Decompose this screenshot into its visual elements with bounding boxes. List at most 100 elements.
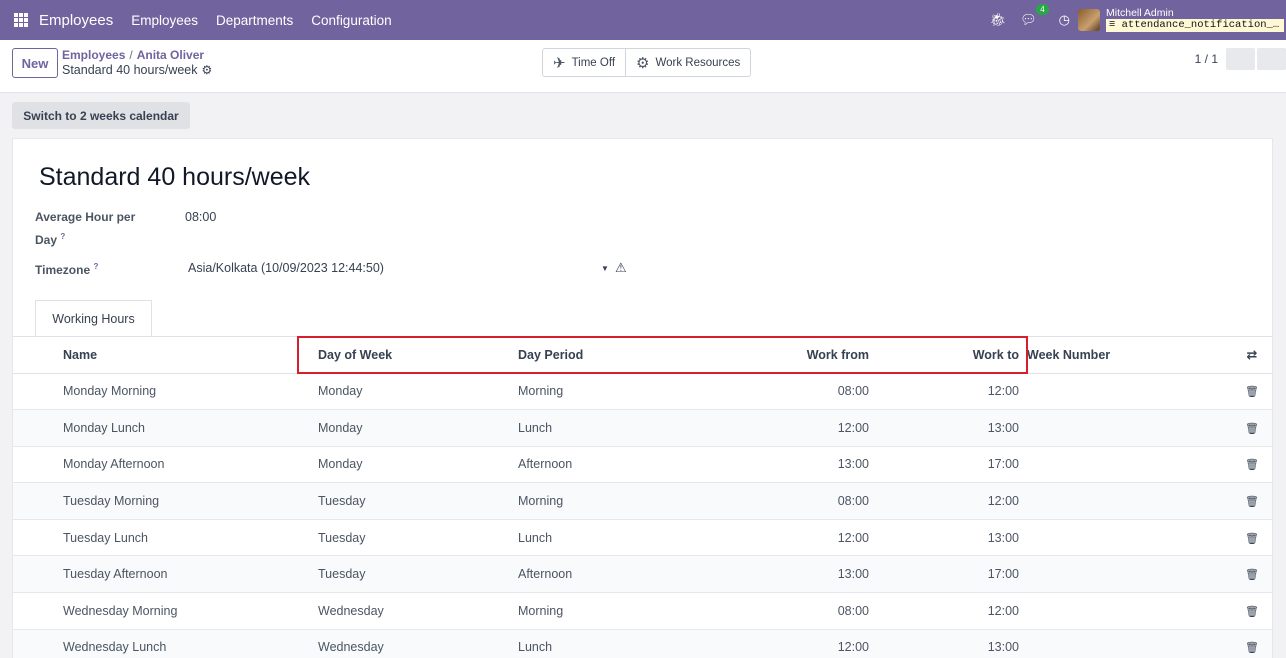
cell-work-to[interactable]: 13:00 xyxy=(869,629,1019,658)
cell-work-from[interactable]: 12:00 xyxy=(674,629,869,658)
cell-work-to[interactable]: 13:00 xyxy=(869,519,1019,557)
caret-down-icon[interactable]: ▼ xyxy=(601,264,609,273)
cell-day-of-week[interactable]: Wednesday xyxy=(318,592,518,630)
cell-day-period[interactable]: Afternoon xyxy=(518,555,674,594)
cell-work-to[interactable]: 17:00 xyxy=(869,446,1019,484)
working-hours-table: Name Day of Week Day Period Work from Wo… xyxy=(13,337,1272,658)
app-name[interactable]: Employees xyxy=(39,12,113,29)
new-button[interactable]: New xyxy=(12,48,58,78)
table-row[interactable]: Monday Lunch Monday Lunch 12:00 13:00 🗑︎ xyxy=(13,409,1272,447)
tab-working-hours[interactable]: Working Hours xyxy=(35,300,152,337)
col-name[interactable]: Name xyxy=(13,337,318,374)
timezone-select[interactable]: Asia/Kolkata (10/09/2023 12:44:50) xyxy=(188,261,384,275)
menu-employees[interactable]: Employees xyxy=(131,13,198,28)
cell-week-number[interactable] xyxy=(1019,409,1232,447)
avatar[interactable] xyxy=(1078,9,1100,31)
delete-row-button[interactable]: 🗑︎ xyxy=(1232,482,1272,520)
record-title[interactable]: Standard 40 hours/week xyxy=(39,163,310,192)
time-off-button[interactable]: ✈ Time Off xyxy=(543,49,625,76)
cell-work-to[interactable]: 12:00 xyxy=(869,373,1019,411)
menu-departments[interactable]: Departments xyxy=(216,13,293,28)
cell-work-to[interactable]: 13:00 xyxy=(869,409,1019,447)
menu-configuration[interactable]: Configuration xyxy=(311,13,391,28)
delete-row-button[interactable]: 🗑︎ xyxy=(1232,629,1272,658)
cell-day-period[interactable]: Afternoon xyxy=(518,446,674,484)
pager-next-button[interactable] xyxy=(1257,48,1286,70)
chat-icon[interactable]: 💬︎ 4 xyxy=(1020,4,1049,28)
table-row[interactable]: Wednesday Morning Wednesday Morning 08:00 12… xyxy=(13,592,1272,630)
cell-work-from[interactable]: 08:00 xyxy=(674,482,869,520)
delete-row-button[interactable]: 🗑︎ xyxy=(1232,373,1272,411)
clock-icon[interactable]: ◷ xyxy=(1059,12,1070,28)
cell-day-period[interactable]: Morning xyxy=(518,592,674,630)
cell-work-from[interactable]: 08:00 xyxy=(674,592,869,630)
cell-day-period[interactable]: Morning xyxy=(518,482,674,520)
cell-week-number[interactable] xyxy=(1019,373,1232,411)
current-record-title: Standard 40 hours/week xyxy=(62,63,198,77)
cell-work-from[interactable]: 12:00 xyxy=(674,519,869,557)
cell-work-from[interactable]: 13:00 xyxy=(674,555,869,594)
col-day-period[interactable]: Day Period xyxy=(518,337,674,374)
cell-name[interactable]: Tuesday Lunch xyxy=(13,519,318,557)
cell-work-to[interactable]: 17:00 xyxy=(869,555,1019,594)
cell-day-of-week[interactable]: Monday xyxy=(318,409,518,447)
user-menu[interactable]: Mitchell Admin ≡ attendance_notification… xyxy=(1106,8,1284,32)
cell-day-of-week[interactable]: Monday xyxy=(318,373,518,411)
col-work-to[interactable]: Work to xyxy=(869,337,1019,374)
optional-columns-toggle[interactable]: ⇄ xyxy=(1232,337,1272,374)
cell-week-number[interactable] xyxy=(1019,446,1232,484)
cell-day-period[interactable]: Lunch xyxy=(518,629,674,658)
cell-name[interactable]: Monday Afternoon xyxy=(13,446,318,484)
cell-day-of-week[interactable]: Wednesday xyxy=(318,629,518,658)
cell-week-number[interactable] xyxy=(1019,482,1232,520)
cell-week-number[interactable] xyxy=(1019,555,1232,594)
cell-name[interactable]: Monday Morning xyxy=(13,373,318,411)
table-row[interactable]: Tuesday Morning Tuesday Morning 08:00 12:00 🗑… xyxy=(13,482,1272,520)
delete-row-button[interactable]: 🗑︎ xyxy=(1232,409,1272,447)
cell-name[interactable]: Wednesday Lunch xyxy=(13,629,318,658)
table-row[interactable]: Monday Morning Monday Morning 08:00 12:00 🗑︎ xyxy=(13,373,1272,411)
delete-row-button[interactable]: 🗑︎ xyxy=(1232,555,1272,594)
cell-day-period[interactable]: Lunch xyxy=(518,409,674,447)
cell-work-from[interactable]: 13:00 xyxy=(674,446,869,484)
apps-grid-icon[interactable] xyxy=(14,13,28,27)
cell-day-period[interactable]: Morning xyxy=(518,373,674,411)
table-row[interactable]: Monday Afternoon Monday Afternoon 13:00 17:0… xyxy=(13,446,1272,484)
cell-day-of-week[interactable]: Monday xyxy=(318,446,518,484)
table-row[interactable]: Tuesday Afternoon Tuesday Afternoon 13:00 17… xyxy=(13,555,1272,594)
cell-day-of-week[interactable]: Tuesday xyxy=(318,519,518,557)
delete-row-button[interactable]: 🗑︎ xyxy=(1232,519,1272,557)
col-day-of-week[interactable]: Day of Week xyxy=(318,337,518,374)
cell-name[interactable]: Wednesday Morning xyxy=(13,592,318,630)
pager-previous-button[interactable] xyxy=(1226,48,1255,70)
cell-week-number[interactable] xyxy=(1019,629,1232,658)
help-icon[interactable]: ? xyxy=(60,232,65,241)
cell-week-number[interactable] xyxy=(1019,519,1232,557)
work-resources-button[interactable]: ⚙ Work Resources xyxy=(625,49,750,76)
help-icon[interactable]: ? xyxy=(93,262,98,271)
pager-value[interactable]: 1 / 1 xyxy=(1195,52,1218,66)
cell-day-of-week[interactable]: Tuesday xyxy=(318,482,518,520)
cell-work-to[interactable]: 12:00 xyxy=(869,482,1019,520)
col-work-from[interactable]: Work from xyxy=(674,337,869,374)
col-week-number[interactable]: Week Number xyxy=(1019,337,1232,374)
breadcrumb-anita-oliver[interactable]: Anita Oliver xyxy=(137,48,204,62)
cell-work-from[interactable]: 12:00 xyxy=(674,409,869,447)
switch-2-weeks-button[interactable]: Switch to 2 weeks calendar xyxy=(12,102,190,129)
breadcrumb-separator: / xyxy=(129,48,133,62)
cell-day-period[interactable]: Lunch xyxy=(518,519,674,557)
cell-day-of-week[interactable]: Tuesday xyxy=(318,555,518,594)
cell-name[interactable]: Tuesday Morning xyxy=(13,482,318,520)
cell-work-from[interactable]: 08:00 xyxy=(674,373,869,411)
cell-name[interactable]: Monday Lunch xyxy=(13,409,318,447)
cell-work-to[interactable]: 12:00 xyxy=(869,592,1019,630)
gear-icon[interactable]: ⚙ xyxy=(202,63,213,77)
breadcrumb-employees[interactable]: Employees xyxy=(62,48,125,62)
cell-name[interactable]: Tuesday Afternoon xyxy=(13,555,318,594)
bug-icon[interactable]: 🐞︎ xyxy=(990,12,1007,28)
table-row[interactable]: Wednesday Lunch Wednesday Lunch 12:00 13:00 🗑… xyxy=(13,629,1272,658)
table-row[interactable]: Tuesday Lunch Tuesday Lunch 12:00 13:00 🗑︎ xyxy=(13,519,1272,557)
delete-row-button[interactable]: 🗑︎ xyxy=(1232,446,1272,484)
cell-week-number[interactable] xyxy=(1019,592,1232,630)
delete-row-button[interactable]: 🗑︎ xyxy=(1232,592,1272,630)
